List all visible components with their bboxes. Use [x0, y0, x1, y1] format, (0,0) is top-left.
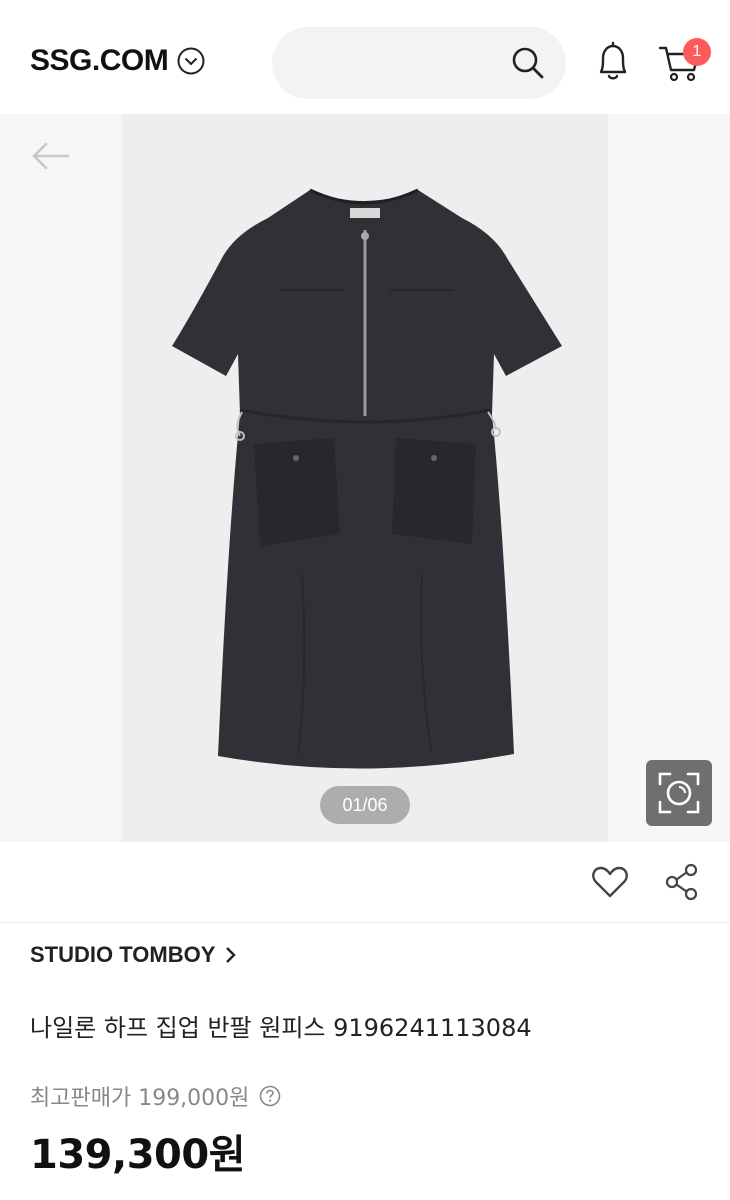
image-search-button[interactable] [646, 760, 712, 826]
back-arrow-icon[interactable] [28, 138, 72, 174]
heart-icon[interactable] [590, 862, 630, 902]
product-photo [122, 114, 608, 842]
site-logo: SSG.COM [30, 44, 169, 77]
product-actions [0, 842, 730, 923]
brand-name: STUDIO TOMBOY [30, 942, 216, 967]
camera-lens-icon [658, 772, 700, 814]
cart-count-badge: 1 [683, 38, 711, 66]
image-counter: 01/06 [320, 786, 410, 824]
dress-image [172, 188, 562, 769]
brand-link[interactable]: STUDIO TOMBOY [30, 942, 237, 968]
logo-button[interactable]: SSG.COM [30, 44, 206, 78]
search-icon[interactable] [510, 45, 546, 81]
share-icon[interactable] [664, 862, 700, 902]
max-price-row: 최고판매가 199,000원 [30, 1080, 281, 1112]
bell-icon[interactable] [593, 40, 633, 84]
top-header: SSG.COM 1 [0, 0, 730, 114]
chevron-down-icon [177, 47, 205, 75]
sale-price: 139,300원 [30, 1132, 246, 1178]
search-input[interactable] [296, 45, 500, 83]
chevron-right-icon [226, 947, 237, 963]
product-image-gallery[interactable]: 01/06 [0, 114, 730, 842]
question-icon[interactable] [259, 1085, 281, 1107]
product-title: 나일론 하프 집업 반팔 원피스 9196241113084 [30, 1014, 532, 1042]
search-bar[interactable] [272, 27, 566, 99]
max-price-label: 최고판매가 199,000원 [30, 1086, 250, 1111]
